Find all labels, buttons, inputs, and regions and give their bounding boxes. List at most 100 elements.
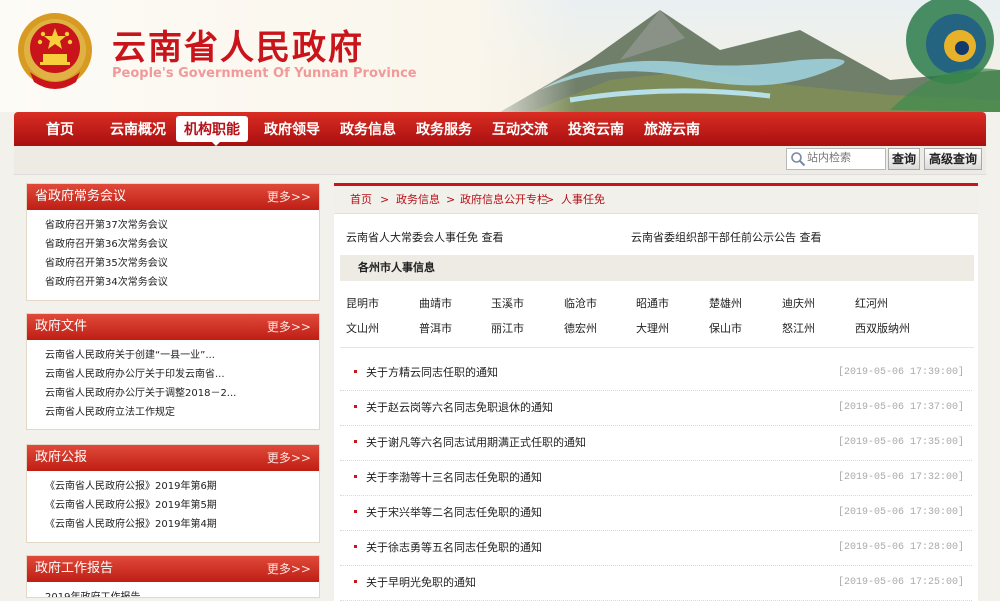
city-link[interactable]: 大理州 — [636, 320, 669, 336]
site-subtitle: People's Government Of Yunnan Province — [112, 66, 417, 81]
panel-more-link[interactable]: 更多>> — [267, 314, 311, 340]
panel-gov-gazette: 政府公报 更多>> 《云南省人民政府公报》2019年第6期 《云南省人民政府公报… — [26, 444, 320, 543]
list-item[interactable]: 省政府召开第34次常务会议 — [45, 273, 311, 292]
news-date: [2019-05-06 17:32:00] — [837, 472, 964, 483]
red-square-bullet-icon — [354, 370, 357, 373]
panel-header: 政府公报 更多>> — [27, 445, 319, 471]
red-square-bullet-icon — [354, 440, 357, 443]
nav-item-institutions[interactable]: 机构职能 — [176, 116, 248, 142]
news-date: [2019-05-06 17:37:00] — [837, 402, 964, 413]
panel-header: 省政府常务会议 更多>> — [27, 184, 319, 210]
nav-item-interaction[interactable]: 互动交流 — [484, 112, 556, 146]
nav-item-home[interactable]: 首页 — [32, 112, 88, 146]
city-link[interactable]: 楚雄州 — [709, 295, 742, 311]
news-title-link[interactable]: 关于谢凡等六名同志试用期满正式任职的通知 — [366, 425, 586, 460]
nav-item-gov-info[interactable]: 政务信息 — [332, 112, 404, 146]
news-row: 关于早明光免职的通知 [2019-05-06 17:25:00] — [340, 565, 972, 601]
nav-item-tourism[interactable]: 旅游云南 — [636, 112, 708, 146]
quick-link-pre-appointment-notice[interactable]: 云南省委组织部干部任前公示公告 查看 — [631, 229, 822, 245]
list-item[interactable]: 省政府召开第36次常务会议 — [45, 235, 311, 254]
news-title-link[interactable]: 关于赵云岗等六名同志免职退休的通知 — [366, 390, 553, 425]
city-section-title: 各州市人事信息 — [358, 261, 435, 274]
news-date: [2019-05-06 17:30:00] — [837, 507, 964, 518]
news-date: [2019-05-06 17:28:00] — [837, 542, 964, 553]
red-square-bullet-icon — [354, 510, 357, 513]
list-item[interactable]: 云南省人民政府立法工作规定 — [45, 403, 311, 422]
advanced-search-button[interactable]: 高级查询 — [924, 148, 982, 170]
panel-more-link[interactable]: 更多>> — [267, 556, 311, 582]
magnifier-icon — [791, 152, 806, 167]
city-section-header: 各州市人事信息 — [340, 255, 974, 281]
city-link[interactable]: 德宏州 — [564, 320, 597, 336]
news-row: 关于李渤等十三名同志任免职的通知 [2019-05-06 17:32:00] — [340, 460, 972, 496]
panel-gov-documents: 政府文件 更多>> 云南省人民政府关于创建“一县一业”... 云南省人民政府办公… — [26, 313, 320, 430]
site-title: 云南省人民政府 — [112, 28, 364, 68]
news-title-link[interactable]: 关于方精云同志任职的通知 — [366, 355, 498, 390]
city-link[interactable]: 玉溪市 — [491, 295, 524, 311]
city-link[interactable]: 文山州 — [346, 320, 379, 336]
news-row: 关于谢凡等六名同志试用期满正式任职的通知 [2019-05-06 17:35:0… — [340, 425, 972, 461]
news-date: [2019-05-06 17:35:00] — [837, 437, 964, 448]
list-item[interactable]: 省政府召开第35次常务会议 — [45, 254, 311, 273]
nav-item-overview[interactable]: 云南概况 — [102, 112, 174, 146]
section-divider — [340, 347, 974, 348]
news-title-link[interactable]: 关于李渤等十三名同志任免职的通知 — [366, 460, 542, 495]
list-item[interactable]: 省政府召开第37次常务会议 — [45, 216, 311, 235]
main-navigation: 首页 云南概况 机构职能 政府领导 政务信息 政务服务 互动交流 投资云南 旅游… — [14, 112, 986, 146]
national-emblem-icon[interactable] — [16, 10, 94, 94]
news-title-link[interactable]: 关于徐志勇等五名同志任免职的通知 — [366, 530, 542, 565]
city-link[interactable]: 保山市 — [709, 320, 742, 336]
news-date: [2019-05-06 17:39:00] — [837, 367, 964, 378]
breadcrumb-gov-info[interactable]: 政务信息 — [396, 186, 440, 213]
nav-item-gov-service[interactable]: 政务服务 — [408, 112, 480, 146]
city-link[interactable]: 曲靖市 — [419, 295, 452, 311]
panel-executive-meetings: 省政府常务会议 更多>> 省政府召开第37次常务会议 省政府召开第36次常务会议… — [26, 183, 320, 301]
breadcrumb-separator: > — [380, 193, 390, 206]
search-input[interactable] — [807, 151, 881, 165]
list-item[interactable]: 2019年政府工作报告 — [45, 588, 311, 597]
red-square-bullet-icon — [354, 580, 357, 583]
breadcrumb: 首页 > 政务信息 > 政府信息公开专栏 > 人事任免 — [334, 186, 978, 214]
search-query-button[interactable]: 查询 — [888, 148, 920, 170]
list-item[interactable]: 《云南省人民政府公报》2019年第4期 — [45, 515, 311, 534]
panel-more-link[interactable]: 更多>> — [267, 445, 311, 471]
city-link[interactable]: 迪庆州 — [782, 295, 815, 311]
city-link[interactable]: 西双版纳州 — [855, 320, 910, 336]
news-title-link[interactable]: 关于宋兴举等二名同志任免职的通知 — [366, 495, 542, 530]
nav-item-leaders[interactable]: 政府领导 — [256, 112, 328, 146]
panel-title: 政府工作报告 — [35, 561, 114, 576]
search-field[interactable] — [786, 148, 886, 170]
nav-item-invest[interactable]: 投资云南 — [560, 112, 632, 146]
panel-title: 政府文件 — [35, 319, 88, 334]
breadcrumb-current: 人事任免 — [561, 193, 605, 206]
city-link[interactable]: 普洱市 — [419, 320, 452, 336]
panel-header: 政府工作报告 更多>> — [27, 556, 319, 582]
city-link[interactable]: 昆明市 — [346, 295, 379, 311]
breadcrumb-separator: > — [446, 193, 456, 206]
panel-title: 政府公报 — [35, 450, 88, 465]
news-row: 关于宋兴举等二名同志任免职的通知 [2019-05-06 17:30:00] — [340, 495, 972, 531]
list-item[interactable]: 云南省人民政府关于创建“一县一业”... — [45, 346, 311, 365]
red-square-bullet-icon — [354, 475, 357, 478]
city-link[interactable]: 昭通市 — [636, 295, 669, 311]
breadcrumb-separator: > — [545, 193, 555, 206]
city-link[interactable]: 丽江市 — [491, 320, 524, 336]
news-row: 关于徐志勇等五名同志任免职的通知 [2019-05-06 17:28:00] — [340, 530, 972, 566]
panel-more-link[interactable]: 更多>> — [267, 184, 311, 210]
red-square-bullet-icon — [354, 545, 357, 548]
city-link[interactable]: 怒江州 — [782, 320, 815, 336]
list-item[interactable]: 《云南省人民政府公报》2019年第6期 — [45, 477, 311, 496]
list-item[interactable]: 《云南省人民政府公报》2019年第5期 — [45, 496, 311, 515]
list-item[interactable]: 云南省人民政府办公厅关于调整2018－2... — [45, 384, 311, 403]
breadcrumb-home[interactable]: 首页 — [350, 186, 372, 213]
red-square-bullet-icon — [354, 405, 357, 408]
quick-link-npc-appointments[interactable]: 云南省人大常委会人事任免 查看 — [346, 229, 504, 245]
news-title-link[interactable]: 关于早明光免职的通知 — [366, 565, 476, 600]
city-link[interactable]: 红河州 — [855, 295, 888, 311]
news-row: 关于方精云同志任职的通知 [2019-05-06 17:39:00] — [340, 355, 972, 391]
city-link[interactable]: 临沧市 — [564, 295, 597, 311]
main-content: 首页 > 政务信息 > 政府信息公开专栏 > 人事任免 云南省人大常委会人事任免… — [334, 183, 978, 601]
breadcrumb-disclosure[interactable]: 政府信息公开专栏 — [460, 186, 548, 213]
panel-header: 政府文件 更多>> — [27, 314, 319, 340]
list-item[interactable]: 云南省人民政府办公厅关于印发云南省... — [45, 365, 311, 384]
